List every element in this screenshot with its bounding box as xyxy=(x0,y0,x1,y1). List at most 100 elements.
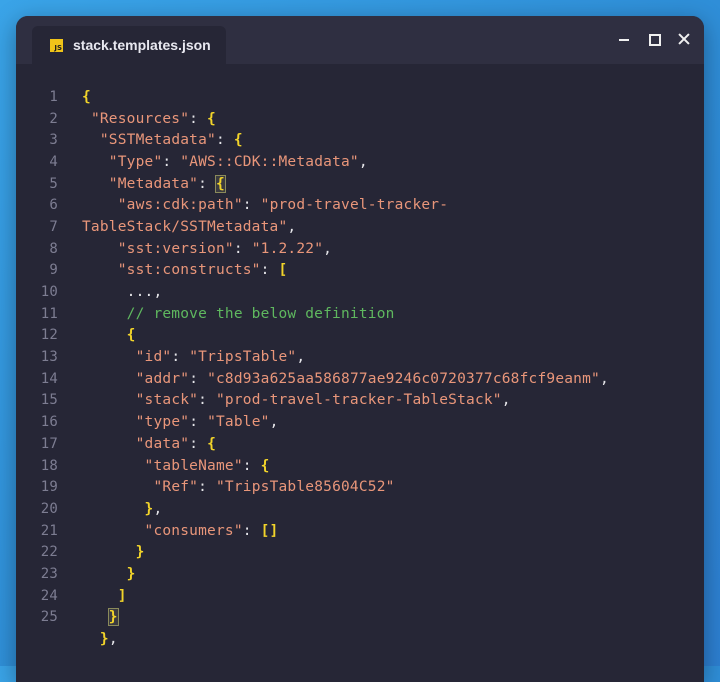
code-editor[interactable]: 1{2 "Resources": {3 "SSTMetadata": {4 "T… xyxy=(16,86,704,650)
line-number: 13 xyxy=(40,349,58,366)
code-line: 17 "data": { xyxy=(16,433,704,455)
editor-window: JS stack.templates.json 1{2 "Resources":… xyxy=(16,16,704,682)
line-number: 12 xyxy=(40,327,58,344)
line-number: 10 xyxy=(40,284,58,301)
code-token: "id" xyxy=(135,349,172,366)
line-number: 18 xyxy=(40,457,58,474)
tab-title: stack.templates.json xyxy=(73,37,211,53)
code-token: , xyxy=(599,370,609,387)
code-token: : xyxy=(198,479,216,496)
code-token: [] xyxy=(260,522,279,539)
code-text: ..., xyxy=(58,284,163,301)
code-text: }, xyxy=(58,631,118,647)
code-line: 18 "tableName": { xyxy=(16,455,704,477)
line-number: 5 xyxy=(49,175,58,192)
code-line: 6 "aws:cdk:path": "prod-travel-tracker- xyxy=(16,194,704,216)
code-text: "stack": "prod-travel-tracker-TableStack… xyxy=(58,392,511,408)
line-number: 25 xyxy=(40,609,58,626)
code-token: : xyxy=(233,240,252,257)
code-line: 2 "Resources": { xyxy=(16,108,704,130)
code-text: "sst:constructs": [ xyxy=(58,262,288,279)
code-token: "data" xyxy=(135,435,190,452)
close-icon[interactable] xyxy=(676,31,692,47)
code-text: "SSTMetadata": { xyxy=(58,132,243,148)
code-text: "Ref": "TripsTable85604C52" xyxy=(58,479,395,495)
code-token: "TripsTable" xyxy=(189,349,297,366)
code-line: 9 "sst:constructs": [ xyxy=(16,260,704,282)
code-line: 3 "SSTMetadata": { xyxy=(16,129,704,151)
code-text: "data": { xyxy=(58,436,216,452)
code-text: "Resources": { xyxy=(58,111,216,127)
code-line: 24 ] xyxy=(16,585,704,607)
code-token: "sst:constructs" xyxy=(117,262,261,279)
code-line: }, xyxy=(16,628,704,650)
code-token: , xyxy=(323,240,333,257)
code-token: "tableName" xyxy=(144,457,243,474)
code-token: : xyxy=(260,262,279,279)
code-line: 4 "Type": "AWS::CDK::Metadata", xyxy=(16,151,704,173)
js-file-icon: JS xyxy=(50,38,63,52)
code-token: : xyxy=(242,197,261,214)
minimize-icon[interactable] xyxy=(616,31,632,47)
code-line: 13 "id": "TripsTable", xyxy=(16,346,704,368)
code-token: { xyxy=(207,110,216,127)
code-token: : xyxy=(189,414,208,431)
code-token: } xyxy=(99,631,109,648)
code-token: : xyxy=(189,435,208,452)
line-number: 22 xyxy=(40,544,58,561)
line-number: 9 xyxy=(49,262,58,279)
code-token: { xyxy=(207,435,216,452)
code-line: 25 } xyxy=(16,607,704,629)
code-text: "consumers": [] xyxy=(58,523,279,539)
code-token: "sst:version" xyxy=(117,240,234,257)
code-token: "prod-travel-tracker-TableStack" xyxy=(215,392,502,409)
maximize-icon[interactable] xyxy=(646,31,662,47)
code-text: "id": "TripsTable", xyxy=(58,349,306,366)
line-number: 21 xyxy=(40,522,58,539)
code-token: } xyxy=(126,565,136,582)
code-text: TableStack/SSTMetadata", xyxy=(58,219,296,235)
code-line: 22 } xyxy=(16,541,704,563)
code-token: , xyxy=(501,392,511,409)
code-line: 21 "consumers": [] xyxy=(16,520,704,542)
code-token: : xyxy=(242,457,261,474)
line-number: 14 xyxy=(40,370,58,387)
line-number: 11 xyxy=(40,305,58,322)
file-tab[interactable]: JS stack.templates.json xyxy=(32,26,226,64)
line-number: 7 xyxy=(49,218,58,235)
code-line: 10 ..., xyxy=(16,281,704,303)
code-token: : xyxy=(198,175,216,192)
code-text: { xyxy=(58,327,136,343)
line-number: 19 xyxy=(40,479,58,496)
code-token: } xyxy=(135,544,145,561)
code-token: ..., xyxy=(126,284,163,301)
code-line: 8 "sst:version": "1.2.22", xyxy=(16,238,704,260)
code-token: , xyxy=(287,218,297,235)
code-token: } xyxy=(107,608,119,627)
code-token: "addr" xyxy=(135,370,190,387)
code-token: "stack" xyxy=(135,392,199,409)
window-controls xyxy=(616,31,692,47)
code-text: "aws:cdk:path": "prod-travel-tracker- xyxy=(58,197,448,213)
code-line: 15 "stack": "prod-travel-tracker-TableSt… xyxy=(16,390,704,412)
code-token: "SSTMetadata" xyxy=(99,132,216,149)
code-token: { xyxy=(214,174,226,193)
code-text: { xyxy=(58,89,91,105)
line-number: 3 xyxy=(49,132,58,149)
code-token: "Resources" xyxy=(90,110,190,127)
code-text: "addr": "c8d93a625aa586877ae9246c0720377… xyxy=(58,371,609,387)
line-number: 20 xyxy=(40,500,58,517)
code-token: "aws:cdk:path" xyxy=(117,197,243,214)
code-line: 7 TableStack/SSTMetadata", xyxy=(16,216,704,238)
code-token: : xyxy=(189,370,208,387)
code-token: : xyxy=(198,392,216,409)
code-line: 23 } xyxy=(16,563,704,585)
